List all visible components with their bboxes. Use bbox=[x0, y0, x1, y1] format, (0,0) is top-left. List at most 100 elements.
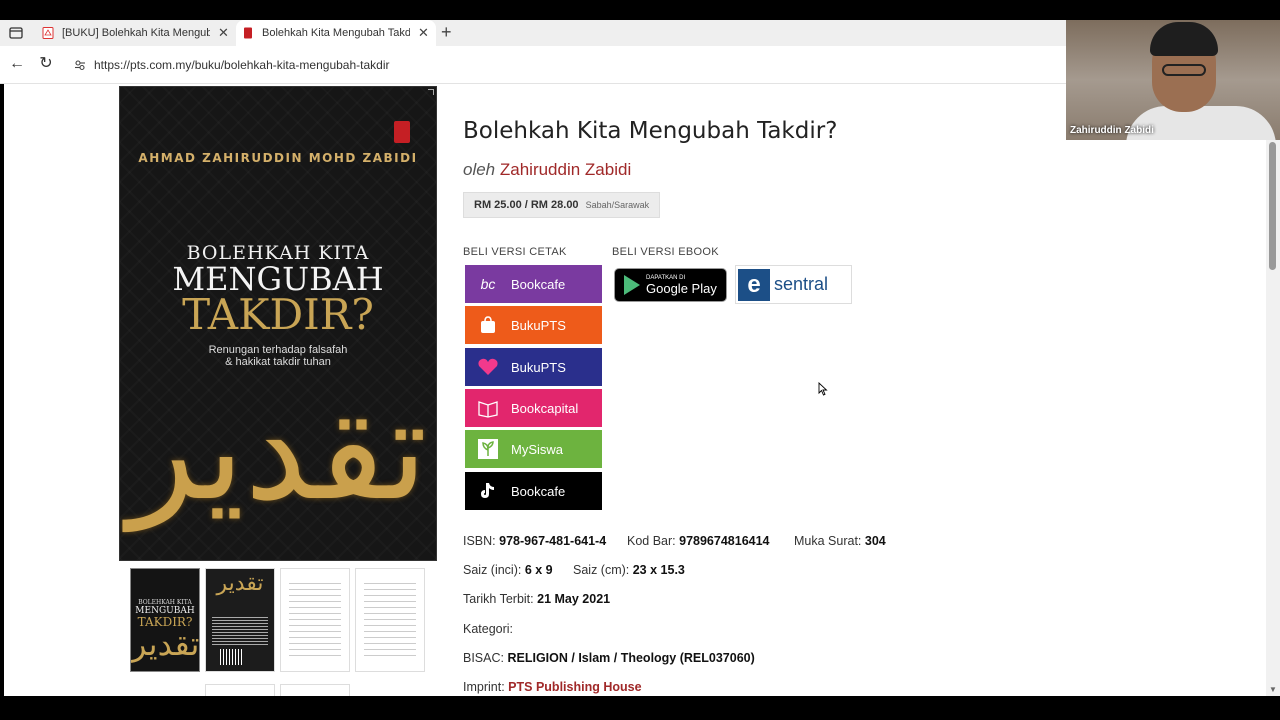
webcam-person-glasses bbox=[1162, 64, 1206, 76]
print-version-label: BELI VERSI CETAK bbox=[463, 246, 567, 258]
button-label: Bookcapital bbox=[511, 400, 579, 416]
tiktok-icon bbox=[477, 480, 499, 502]
thumbnail-page-6[interactable] bbox=[280, 684, 350, 696]
mouse-cursor-icon bbox=[818, 382, 828, 396]
thumb-page-lines bbox=[364, 583, 416, 661]
bisac-value: RELIGION / Islam / Theology (REL037060) bbox=[507, 651, 755, 665]
isbn-label: ISBN: bbox=[463, 534, 496, 548]
buy-bookcapital-button[interactable]: Bookcapital bbox=[465, 389, 602, 427]
tab-actions-icon[interactable] bbox=[8, 25, 24, 41]
book-cover-image[interactable]: AHMAD ZAHIRUDDIN MOHD ZABIDI BOLEHKAH KI… bbox=[119, 86, 437, 561]
thumb-page-lines bbox=[289, 583, 341, 661]
tab-title: Bolehkah Kita Mengubah Takdir? bbox=[262, 27, 410, 39]
barcode-row: Kod Bar: 9789674816414 bbox=[627, 534, 770, 548]
url-field[interactable]: https://pts.com.my/buku/bolehkah-kita-me… bbox=[66, 52, 1076, 78]
mysiswa-icon bbox=[477, 438, 499, 460]
price-note: Sabah/Sarawak bbox=[585, 200, 650, 210]
thumb-barcode bbox=[220, 649, 244, 665]
cover-calligraphy: تقدير bbox=[128, 369, 428, 532]
pages-row: Muka Surat: 304 bbox=[794, 534, 886, 548]
lazada-icon bbox=[477, 356, 499, 378]
button-label: BukuPTS bbox=[511, 317, 566, 333]
by-label: oleh bbox=[463, 160, 496, 179]
published-row: Tarikh Terbit: 21 May 2021 bbox=[463, 592, 610, 606]
thumbnail-front-cover[interactable]: BOLEHKAH KITA MENGUBAH TAKDIR? تقدير bbox=[130, 568, 200, 672]
price-box: RM 25.00 / RM 28.00 Sabah/Sarawak bbox=[463, 192, 661, 218]
webcam-person-cap bbox=[1150, 22, 1218, 56]
esentral-wordmark: sentral bbox=[774, 274, 829, 294]
thumb-title: BOLEHKAH KITA bbox=[138, 599, 192, 606]
new-tab-icon[interactable]: + bbox=[441, 22, 452, 43]
thumb-calligraphy: تقدير bbox=[131, 625, 200, 663]
size-cm-row: Saiz (cm): 23 x 15.3 bbox=[573, 563, 685, 577]
cover-author: AHMAD ZAHIRUDDIN MOHD ZABIDI bbox=[138, 151, 418, 165]
page-content: AHMAD ZAHIRUDDIN MOHD ZABIDI BOLEHKAH KI… bbox=[4, 84, 1266, 696]
pages-label: Muka Surat: bbox=[794, 534, 862, 548]
bookcapital-icon bbox=[477, 397, 499, 419]
pts-logo-icon bbox=[244, 27, 252, 39]
site-info-icon[interactable] bbox=[74, 59, 86, 71]
button-label: Bookcafe bbox=[511, 483, 566, 499]
bisac-row: BISAC: RELIGION / Islam / Theology (REL0… bbox=[463, 651, 755, 665]
size-in-label: Saiz (inci): bbox=[463, 563, 522, 577]
bookcafe-icon: bc bbox=[480, 276, 496, 292]
imprint-label: Imprint: bbox=[463, 680, 505, 694]
google-play-big-text: Google Play bbox=[646, 280, 717, 296]
esentral-logo-icon: e bbox=[738, 268, 770, 301]
google-play-icon bbox=[624, 275, 640, 295]
thumbnail-contents-page[interactable] bbox=[280, 568, 350, 672]
esentral-button[interactable]: e sentral bbox=[735, 265, 852, 304]
shopee-icon bbox=[477, 314, 499, 336]
pts-logo-icon bbox=[394, 121, 410, 143]
buy-bookcafe-button[interactable]: bc Bookcafe bbox=[465, 265, 602, 303]
price-amount: RM 25.00 / RM 28.00 bbox=[474, 199, 579, 211]
imprint-link[interactable]: PTS Publishing House bbox=[508, 680, 641, 694]
barcode-label: Kod Bar: bbox=[627, 534, 676, 548]
thumb-text-block bbox=[212, 617, 268, 645]
thumbnail-contents-page-2[interactable] bbox=[355, 568, 425, 672]
buy-lazada-button[interactable]: BukuPTS bbox=[465, 348, 602, 386]
category-label: Kategori: bbox=[463, 622, 514, 636]
category-row: Kategori: bbox=[463, 622, 513, 636]
buy-shopee-button[interactable]: BukuPTS bbox=[465, 306, 602, 344]
scroll-down-icon[interactable]: ▼ bbox=[1269, 685, 1277, 694]
thumbnail-page-5[interactable] bbox=[205, 684, 275, 696]
cover-subtitle: Renungan terhadap falsafah & hakikat tak… bbox=[208, 344, 348, 368]
close-tab-icon[interactable]: ✕ bbox=[218, 25, 229, 41]
size-cm-value: 23 x 15.3 bbox=[632, 563, 685, 577]
google-play-button[interactable]: DAPATKAN DI Google Play bbox=[614, 268, 727, 302]
cover-title-line3: TAKDIR? bbox=[182, 290, 374, 339]
pages-value: 304 bbox=[864, 534, 886, 548]
imprint-row: Imprint: PTS Publishing House bbox=[463, 680, 642, 694]
tab-active[interactable]: Bolehkah Kita Mengubah Takdir? ✕ bbox=[236, 20, 436, 46]
size-in-value: 6 x 9 bbox=[524, 563, 553, 577]
author-link[interactable]: Zahiruddin Zabidi bbox=[500, 160, 631, 179]
isbn-row: ISBN: 978-967-481-641-4 bbox=[463, 534, 606, 548]
screen: [BUKU] Bolehkah Kita Mengubah Takdir? ✕ … bbox=[0, 0, 1280, 720]
buy-mysiswa-button[interactable]: MySiswa bbox=[465, 430, 602, 468]
pdf-icon bbox=[42, 27, 54, 39]
book-byline: oleh Zahiruddin Zabidi bbox=[463, 160, 631, 180]
reload-icon[interactable]: ↻ bbox=[37, 55, 55, 73]
thumbnail-back-cover[interactable]: تقدير bbox=[205, 568, 275, 672]
isbn-value: 978-967-481-641-4 bbox=[499, 534, 607, 548]
bisac-label: BISAC: bbox=[463, 651, 504, 665]
thumb-calligraphy: تقدير bbox=[216, 571, 264, 596]
published-value: 21 May 2021 bbox=[537, 592, 611, 606]
google-play-text: DAPATKAN DI Google Play bbox=[646, 275, 717, 296]
page-scrollbar[interactable]: ▲ ▼ bbox=[1266, 84, 1280, 696]
close-tab-icon[interactable]: ✕ bbox=[418, 25, 429, 41]
back-arrow-icon[interactable]: ← bbox=[8, 55, 26, 73]
size-in-row: Saiz (inci): 6 x 9 bbox=[463, 563, 553, 577]
tab-pdf[interactable]: [BUKU] Bolehkah Kita Mengubah Takdir? ✕ bbox=[36, 20, 236, 46]
buy-tiktok-button[interactable]: Bookcafe bbox=[465, 472, 602, 510]
button-label: MySiswa bbox=[511, 441, 564, 457]
webcam-name-label: Zahiruddin Zabidi bbox=[1070, 125, 1154, 136]
webcam-overlay: Zahiruddin Zabidi bbox=[1066, 20, 1280, 140]
published-label: Tarikh Terbit: bbox=[463, 592, 534, 606]
book-title: Bolehkah Kita Mengubah Takdir? bbox=[463, 118, 838, 144]
button-label: Bookcafe bbox=[511, 276, 566, 292]
scrollbar-thumb[interactable] bbox=[1269, 142, 1276, 270]
zoom-corner-icon bbox=[428, 89, 434, 95]
tab-title: [BUKU] Bolehkah Kita Mengubah Takdir? bbox=[62, 27, 210, 39]
